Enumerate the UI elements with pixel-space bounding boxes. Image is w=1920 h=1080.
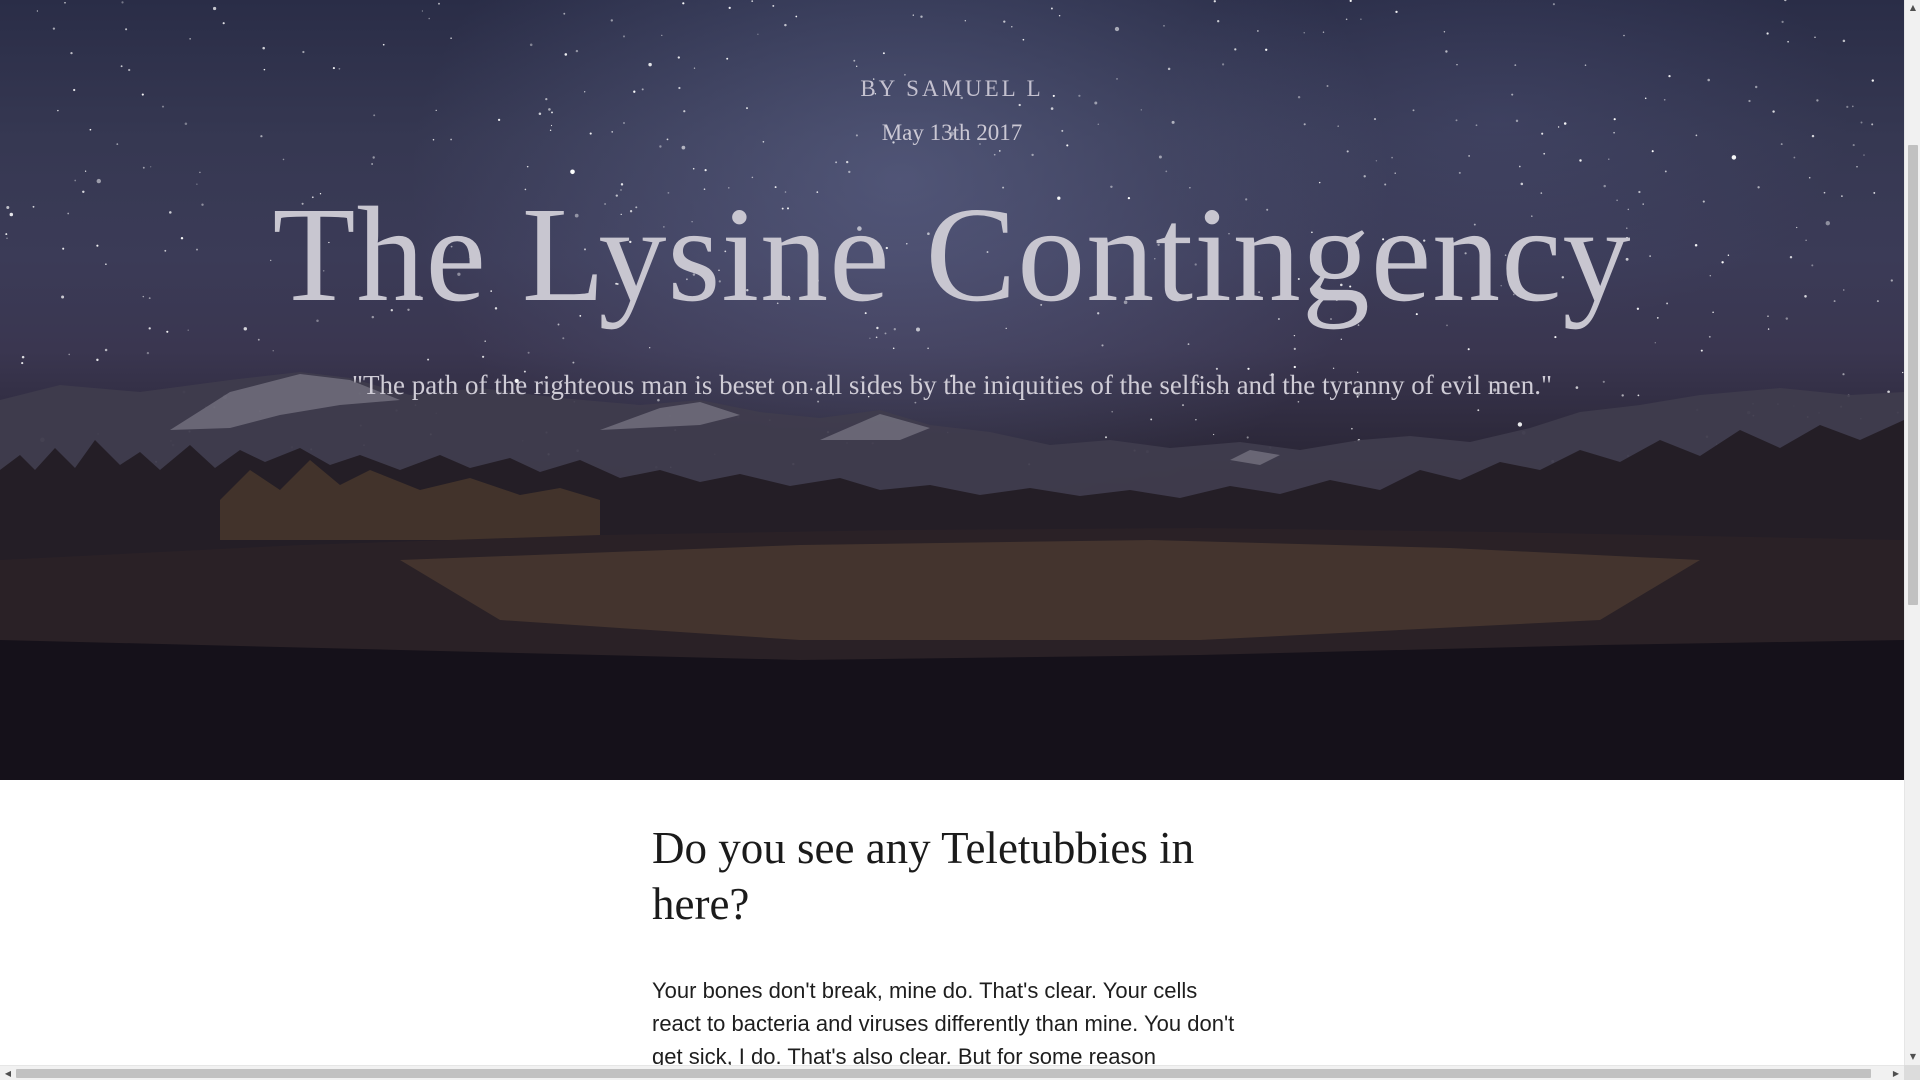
vertical-scroll-thumb[interactable] (1908, 145, 1918, 605)
hero-quote: "The path of the righteous man is beset … (351, 370, 1553, 400)
article-paragraph: Your bones don't break, mine do. That's … (652, 978, 1235, 1065)
page-title: The Lysine Contingency (272, 180, 1632, 330)
author-byline: BY SAMUEL L (860, 76, 1044, 101)
vertical-scrollbar[interactable]: ▲ ▼ (1904, 0, 1920, 1065)
scroll-up-arrow-icon[interactable]: ▲ (1905, 0, 1920, 16)
scroll-left-arrow-icon[interactable]: ◀ (0, 1066, 16, 1080)
scroll-down-arrow-icon[interactable]: ▼ (1905, 1049, 1920, 1065)
hero-text: BY SAMUEL L May 13th 2017 The Lysine Con… (0, 0, 1904, 780)
horizontal-scrollbar[interactable]: ◀ ▶ (0, 1065, 1904, 1080)
horizontal-scroll-thumb[interactable] (16, 1069, 1871, 1078)
article-body: Do you see any Teletubbies in here? Your… (652, 820, 1242, 1065)
scroll-right-arrow-icon[interactable]: ▶ (1888, 1066, 1904, 1080)
article-heading: Do you see any Teletubbies in here? (652, 823, 1195, 929)
page-viewport: BY SAMUEL L May 13th 2017 The Lysine Con… (0, 0, 1904, 1065)
hero-banner: BY SAMUEL L May 13th 2017 The Lysine Con… (0, 0, 1904, 780)
scrollbar-corner (1904, 1065, 1920, 1080)
publish-date: May 13th 2017 (881, 120, 1023, 145)
